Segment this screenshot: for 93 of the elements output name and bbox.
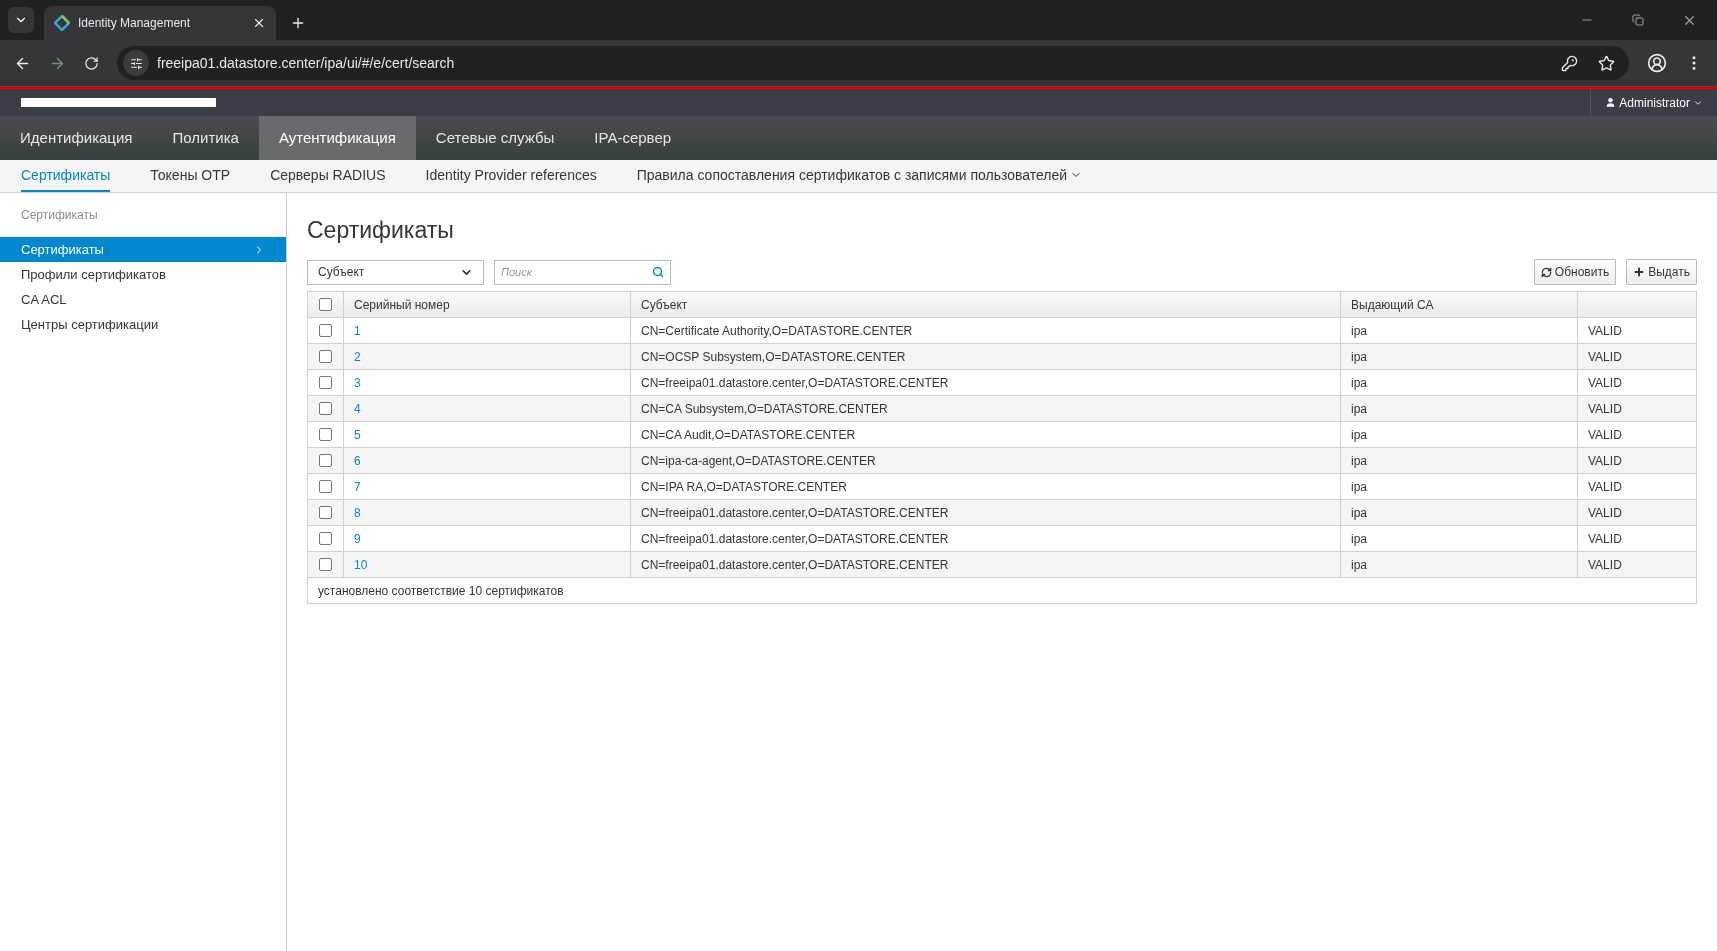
- nav-tab[interactable]: Аутентификация: [258, 116, 416, 160]
- table-cell-text: ipa: [1351, 374, 1367, 392]
- column-header: Серийный номер: [354, 296, 450, 314]
- subnav-tab[interactable]: Сертификаты: [21, 160, 111, 192]
- serial-link[interactable]: 6: [354, 451, 361, 470]
- table-cell-text: ipa: [1351, 322, 1367, 340]
- nav-tab[interactable]: IPA-сервер: [574, 116, 692, 160]
- address-bar[interactable]: freeipa01.datastore.center/ipa/ui/#/e/cert/search: [117, 46, 1629, 80]
- subnav-tab[interactable]: Серверы RADIUS: [270, 160, 386, 192]
- issue-button[interactable]: Выдать: [1626, 259, 1697, 285]
- table-cell-text: VALID: [1588, 504, 1622, 522]
- serial-link[interactable]: 4: [354, 399, 361, 418]
- table-cell-text: ipa: [1351, 452, 1367, 470]
- table-cell-text: CN=freeipa01.datastore.center,O=DATASTORE.CENTER: [641, 374, 949, 392]
- checkbox[interactable]: [319, 376, 332, 389]
- serial-link[interactable]: 3: [354, 373, 361, 392]
- subnav-tab[interactable]: Правила сопоставления сертификатов с записями пользователей: [636, 160, 1083, 192]
- key-icon[interactable]: [1561, 54, 1578, 72]
- browser-tab[interactable]: Identity Management: [44, 6, 276, 40]
- table-cell-text: VALID: [1588, 556, 1622, 574]
- table-cell-text: VALID: [1588, 374, 1622, 392]
- column-header: Субъект: [641, 296, 688, 314]
- serial-link[interactable]: 9: [354, 529, 361, 548]
- serial-link[interactable]: 10: [354, 555, 368, 574]
- checkbox[interactable]: [319, 454, 332, 467]
- table-cell-text: ipa: [1351, 426, 1367, 444]
- table-cell-text: VALID: [1588, 530, 1622, 548]
- table-cell-text: CN=CA Audit,O=DATASTORE.CENTER: [641, 426, 856, 444]
- sidebar-item[interactable]: Сертификаты: [0, 237, 286, 262]
- search-icon[interactable]: [652, 265, 664, 278]
- refresh-button[interactable]: Обновить: [1533, 259, 1617, 285]
- sidebar-item[interactable]: CA ACL: [0, 287, 286, 312]
- tab-title: Identity Management: [78, 15, 192, 32]
- restore-icon[interactable]: [1632, 14, 1644, 26]
- serial-link[interactable]: 8: [354, 503, 361, 522]
- subnav-tab[interactable]: Токены OTP: [150, 160, 231, 192]
- column-header: Выдающий CA: [1351, 296, 1434, 314]
- table-cell-text: VALID: [1588, 452, 1622, 470]
- checkbox[interactable]: [319, 324, 332, 337]
- user-icon: [1605, 97, 1617, 108]
- search-field[interactable]: Поиск: [494, 259, 671, 285]
- plus-icon: [1633, 266, 1646, 278]
- table-cell-text: VALID: [1588, 478, 1622, 496]
- table-cell-text: ipa: [1351, 530, 1367, 548]
- subnav-tab[interactable]: Identity Provider references: [425, 160, 597, 192]
- reload-icon[interactable]: [84, 55, 99, 71]
- checkbox[interactable]: [319, 402, 332, 415]
- table-cell-text: VALID: [1588, 400, 1622, 418]
- checkbox[interactable]: [319, 558, 332, 571]
- serial-link[interactable]: 5: [354, 425, 361, 444]
- table-cell-text: CN=OCSP Subsystem,O=DATASTORE.CENTER: [641, 348, 906, 366]
- new-tab-icon[interactable]: [290, 15, 306, 31]
- sidebar-item[interactable]: Центры сертификации: [0, 312, 286, 337]
- table-cell-text: VALID: [1588, 426, 1622, 444]
- refresh-icon: [1540, 266, 1552, 278]
- checkbox[interactable]: [319, 506, 332, 519]
- app-logo-icon: [54, 15, 70, 31]
- checkbox[interactable]: [319, 350, 332, 363]
- table-cell-text: ipa: [1351, 556, 1367, 574]
- serial-link[interactable]: 2: [354, 347, 361, 366]
- checkbox[interactable]: [319, 428, 332, 441]
- table-cell-text: VALID: [1588, 322, 1622, 340]
- results-summary: установлено соответствие 10 сертификатов: [318, 582, 564, 600]
- table-cell-text: VALID: [1588, 348, 1622, 366]
- table-cell-text: CN=Certificate Authority,O=DATASTORE.CENTER: [641, 322, 913, 340]
- table-cell-text: ipa: [1351, 348, 1367, 366]
- table-cell-text: CN=IPA RA,O=DATASTORE.CENTER: [641, 478, 847, 496]
- checkbox[interactable]: [319, 480, 332, 493]
- table-cell-text: ipa: [1351, 478, 1367, 496]
- sidebar-item[interactable]: Профили сертификатов: [0, 262, 286, 287]
- table-cell-text: ipa: [1351, 400, 1367, 418]
- table-cell-text: ipa: [1351, 504, 1367, 522]
- bookmark-star-icon[interactable]: [1598, 54, 1615, 72]
- filter-select[interactable]: Субъект: [307, 259, 484, 285]
- serial-link[interactable]: 1: [354, 321, 361, 340]
- table-cell-text: CN=freeipa01.datastore.center,O=DATASTORE.CENTER: [641, 556, 949, 574]
- sidebar-heading: Сертификаты: [20, 207, 99, 224]
- checkbox[interactable]: [319, 532, 332, 545]
- table-cell-text: CN=ipa-ca-agent,O=DATASTORE.CENTER: [641, 452, 876, 470]
- nav-tab[interactable]: Политика: [152, 116, 259, 160]
- table-cell-text: CN=CA Subsystem,O=DATASTORE.CENTER: [641, 400, 888, 418]
- profile-icon[interactable]: [1647, 53, 1667, 73]
- url-text: freeipa01.datastore.center/ipa/ui/#/e/cert/search: [157, 53, 456, 73]
- site-settings-icon[interactable]: [129, 56, 143, 70]
- checkbox[interactable]: [319, 298, 332, 311]
- page-title: Сертификаты: [307, 216, 455, 245]
- tab-list-button[interactable]: [8, 7, 34, 33]
- table-cell-text: CN=freeipa01.datastore.center,O=DATASTORE.CENTER: [641, 530, 949, 548]
- nav-tab[interactable]: Сетевые службы: [415, 116, 575, 160]
- close-icon[interactable]: [252, 16, 266, 30]
- serial-link[interactable]: 7: [354, 477, 361, 496]
- table-cell-text: CN=freeipa01.datastore.center,O=DATASTORE.CENTER: [641, 504, 949, 522]
- nav-tab[interactable]: Идентификация: [0, 116, 153, 160]
